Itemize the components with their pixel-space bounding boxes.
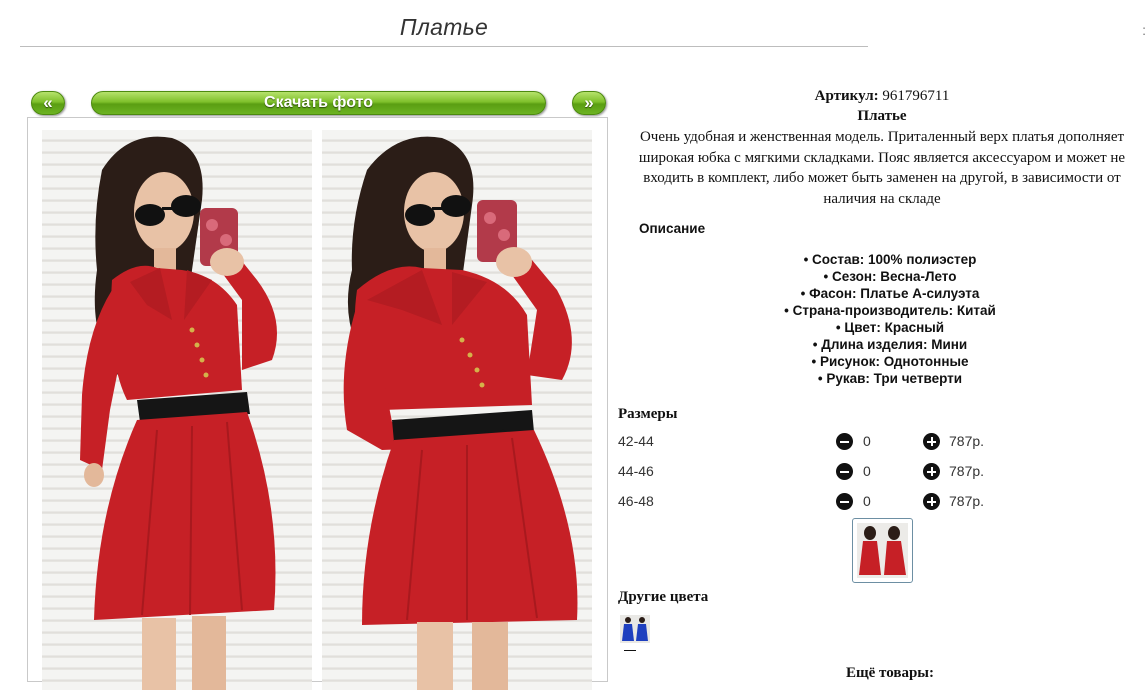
size-price: 787р. [949,433,985,449]
spec-item: Состав: 100% полиэстер [618,251,1146,268]
product-photo-frame [27,117,608,690]
spec-item: Цвет: Красный [618,319,1146,336]
size-row: 42-44 0 787р. [618,433,1146,453]
specs-list: Состав: 100% полиэстер Сезон: Весна-Лето… [618,251,1146,387]
product-thumbnail[interactable] [852,518,913,583]
quantity-value: 0 [863,463,871,479]
size-price: 787р. [949,493,985,509]
plus-icon[interactable] [923,463,940,480]
article-line: Артикул: 961796711 [618,88,1146,105]
size-row: 44-46 0 787р. [618,463,1146,483]
model-figure-right [343,136,578,690]
spec-item: Сезон: Весна-Лето [618,268,1146,285]
page-title: Платье [20,14,868,47]
quantity-value: 0 [863,433,871,449]
plus-icon[interactable] [923,493,940,510]
article-value: 961796711 [882,88,950,104]
product-description: Очень удобная и женственная модель. Прит… [638,129,1126,207]
article-label: Артикул: [814,88,879,104]
other-colors-title: Другие цвета [618,589,709,605]
next-photo-button[interactable]: » [572,91,606,115]
blue-dress-thumbnail [620,615,650,643]
product-name: Платье [857,108,907,124]
thumbnail-image [857,523,908,578]
spec-item: Длина изделия: Мини [618,336,1146,353]
separator-dash [624,650,636,651]
spec-item: Страна-производитель: Китай [618,302,1146,319]
size-price: 787р. [949,463,985,479]
more-products-title: Ещё товары: [845,665,935,681]
spec-item: Рукав: Три четверти [618,370,1146,387]
size-label: 46-48 [618,493,654,509]
other-color-thumbnail-blue[interactable] [620,615,650,643]
size-label: 44-46 [618,463,654,479]
spec-item: Рисунок: Однотонные [618,353,1146,370]
size-row: 46-48 0 787р. [618,493,1146,513]
minus-icon[interactable] [836,433,853,450]
product-photo-side[interactable] [322,130,592,690]
model-figure-left [80,136,277,690]
plus-icon[interactable] [923,433,940,450]
size-label: 42-44 [618,433,654,449]
download-photo-button[interactable]: Скачать фото [91,91,546,115]
corner-mark: : [1142,22,1146,38]
product-photo-front[interactable] [42,130,312,690]
specs-title: Описание [639,221,706,236]
prev-photo-button[interactable]: « [31,91,65,115]
sizes-title: Размеры [618,406,678,422]
minus-icon[interactable] [836,463,853,480]
quantity-value: 0 [863,493,871,509]
minus-icon[interactable] [836,493,853,510]
spec-item: Фасон: Платье А-силуэта [618,285,1146,302]
